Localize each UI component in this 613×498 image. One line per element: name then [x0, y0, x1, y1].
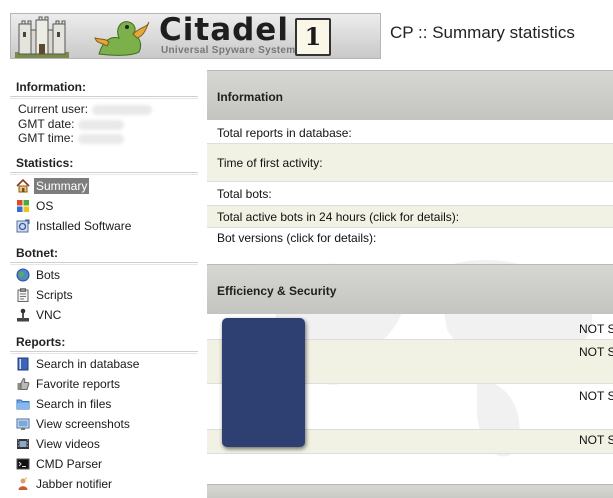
- castle-icon: [15, 16, 69, 58]
- information-section-header: Information: [207, 70, 613, 120]
- nav-summary[interactable]: Summary: [16, 177, 90, 195]
- folder-icon: [16, 399, 30, 410]
- nav-scripts[interactable]: Scripts: [16, 286, 75, 304]
- nav-vnc[interactable]: VNC: [16, 306, 63, 324]
- botnet-section-title: Botnet:: [16, 246, 58, 260]
- gmt-date-label: GMT date:: [18, 117, 75, 131]
- software-icon: [16, 219, 30, 233]
- nav-label: CMD Parser: [36, 457, 103, 471]
- current-user-label: Current user:: [18, 102, 89, 116]
- information-section-title: Information:: [16, 80, 86, 94]
- section-divider: [10, 96, 198, 99]
- nav-label: Favorite reports: [36, 377, 121, 391]
- nav-label: Jabber notifier: [36, 477, 113, 491]
- total-bots-label: Total bots:: [217, 187, 272, 201]
- reports-section-title: Reports:: [16, 335, 66, 349]
- nav-jabber-notifier[interactable]: Jabber notifier: [16, 475, 114, 493]
- redaction-box: [222, 318, 305, 447]
- nav-label: Bots: [36, 268, 61, 282]
- clipboard-icon: [17, 288, 29, 302]
- nav-search-in-files[interactable]: Search in files: [16, 395, 113, 413]
- house-icon: [16, 179, 30, 193]
- nav-view-videos[interactable]: View videos: [16, 435, 102, 453]
- main-content: Information Total reports in database: T…: [207, 70, 613, 498]
- active-bots-label: Total active bots in 24 hours (click for…: [217, 210, 460, 224]
- status-value: NOT S: [579, 389, 613, 403]
- version-number: 1: [304, 22, 322, 51]
- section-divider: [10, 351, 198, 354]
- section-divider: [10, 262, 198, 265]
- book-icon: [17, 357, 29, 371]
- page-title: CP :: Summary statistics: [390, 23, 575, 42]
- jabber-icon: [18, 477, 28, 490]
- nav-view-screenshots[interactable]: View screenshots: [16, 415, 132, 433]
- nav-label: OS: [36, 199, 54, 213]
- brand-subtitle: Universal Spyware System: [161, 45, 296, 56]
- section-divider: [10, 172, 198, 175]
- joystick-icon: [17, 308, 29, 322]
- nav-label: Scripts: [36, 288, 73, 302]
- nav-label: Search in files: [36, 397, 112, 411]
- nav-installed-software[interactable]: Installed Software: [16, 217, 133, 235]
- nav-os[interactable]: OS: [16, 197, 55, 215]
- nav-label: View screenshots: [36, 417, 130, 431]
- header: Citadel Universal Spyware System 1 CP ::…: [0, 0, 613, 66]
- nav-favorite-reports[interactable]: Favorite reports: [16, 375, 122, 393]
- nav-label: Summary: [34, 178, 90, 194]
- nav-label: Search in database: [36, 357, 140, 371]
- bot-versions-row[interactable]: Bot versions (click for details):: [207, 228, 613, 248]
- nav-bots[interactable]: Bots: [16, 266, 62, 284]
- nav-label: VNC: [36, 308, 62, 322]
- gmt-time-label: GMT time:: [18, 131, 74, 145]
- film-icon: [17, 439, 29, 449]
- nav-cmd-parser[interactable]: CMD Parser: [16, 455, 104, 473]
- first-activity-label: Time of first activity:: [217, 156, 323, 170]
- current-user-row: Current user:: [18, 102, 153, 116]
- brand-name: Citadel: [159, 12, 289, 48]
- information-section-title: Information: [217, 90, 283, 104]
- gmt-time-row: GMT time:: [18, 131, 124, 145]
- redacted-value: [78, 119, 125, 130]
- globe-icon: [16, 268, 30, 282]
- screenshot-icon: [16, 418, 30, 430]
- version-emblem: 1: [295, 18, 331, 56]
- status-value: NOT S: [579, 345, 613, 359]
- total-reports-label: Total reports in database:: [217, 126, 352, 140]
- nav-label: View videos: [36, 437, 100, 451]
- redacted-value: [77, 133, 124, 144]
- table-row: Total reports in database:: [207, 121, 613, 144]
- table-row: Total bots:: [207, 182, 613, 206]
- status-value: NOT S: [579, 322, 613, 336]
- status-value: NOT S: [579, 433, 613, 447]
- nav-label: Installed Software: [36, 219, 132, 233]
- next-section-header: [207, 484, 613, 498]
- nav-search-in-database[interactable]: Search in database: [16, 355, 141, 373]
- efficiency-section-header: Efficiency & Security: [207, 264, 613, 314]
- statistics-section-title: Statistics:: [16, 156, 74, 170]
- bot-versions-label: Bot versions (click for details):: [217, 231, 377, 245]
- terminal-icon: [16, 458, 30, 470]
- dragon-icon: [94, 21, 150, 56]
- citadel-logo[interactable]: Citadel Universal Spyware System 1: [10, 12, 381, 59]
- redacted-value: [92, 104, 153, 115]
- table-row: Time of first activity:: [207, 144, 613, 182]
- gmt-date-row: GMT date:: [18, 117, 125, 131]
- efficiency-section-title: Efficiency & Security: [217, 284, 337, 298]
- thumbs-up-icon: [17, 377, 30, 390]
- windows-icon: [17, 200, 29, 212]
- active-bots-row[interactable]: Total active bots in 24 hours (click for…: [207, 206, 613, 228]
